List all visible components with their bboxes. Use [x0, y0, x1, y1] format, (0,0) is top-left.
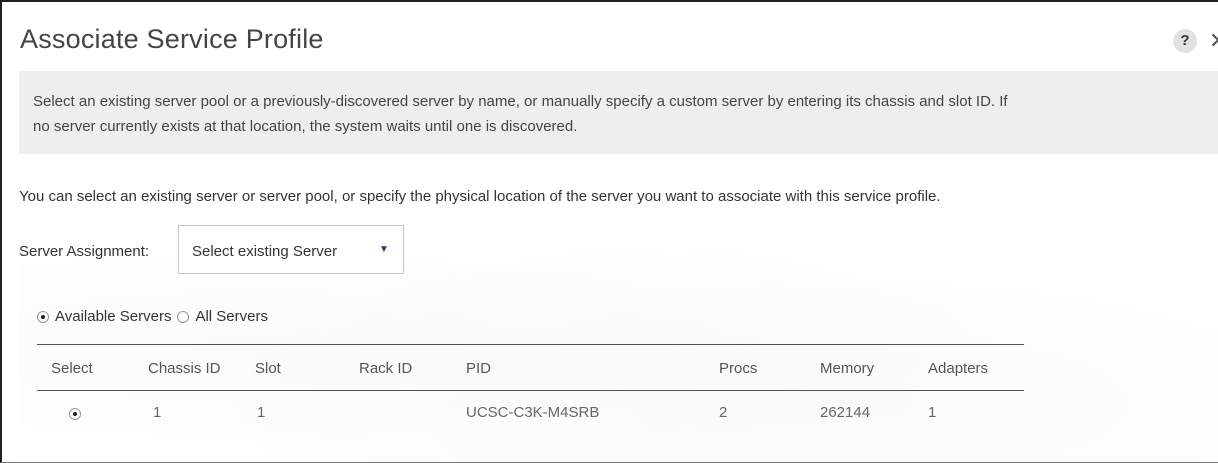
column-header-slot[interactable]: Slot: [255, 360, 281, 377]
column-header-procs[interactable]: Procs: [719, 360, 757, 377]
associate-service-profile-dialog: Associate Service Profile ? ✕ Select an …: [0, 0, 1218, 463]
cell-procs: 2: [719, 404, 728, 421]
server-assignment-label: Server Assignment:: [19, 243, 150, 260]
help-icon[interactable]: ?: [1173, 29, 1197, 53]
info-banner: Select an existing server pool or a prev…: [19, 71, 1218, 154]
cell-pid: UCSC-C3K-M4SRB: [466, 404, 600, 421]
column-header-pid[interactable]: PID: [466, 360, 491, 377]
server-assignment-dropdown[interactable]: Select existing Server ▼: [178, 225, 404, 274]
column-header-select[interactable]: Select: [51, 360, 93, 377]
cell-adapters: 1: [928, 404, 937, 421]
row-select-radio[interactable]: [69, 408, 81, 420]
available-servers-radio[interactable]: [37, 310, 49, 323]
info-text-line-1: Select an existing server pool or a prev…: [33, 93, 1008, 110]
all-servers-radio[interactable]: [177, 310, 190, 323]
all-servers-label[interactable]: All Servers: [195, 308, 268, 325]
cell-chassis-id: 1: [153, 404, 162, 421]
cell-memory: 262144: [820, 404, 871, 421]
column-header-rack-id[interactable]: Rack ID: [359, 360, 412, 377]
column-header-chassis-id[interactable]: Chassis ID: [148, 360, 221, 377]
column-header-adapters[interactable]: Adapters: [928, 360, 988, 377]
description-text: You can select an existing server or ser…: [19, 188, 941, 205]
table-top-divider: [37, 344, 1024, 345]
info-text-line-2: no server currently exists at that locat…: [33, 118, 578, 135]
server-filter-group: Available Servers All Servers: [37, 308, 274, 325]
cell-slot: 1: [257, 404, 266, 421]
column-header-memory[interactable]: Memory: [820, 360, 874, 377]
chevron-down-icon: ▼: [379, 244, 389, 255]
close-icon[interactable]: ✕: [1209, 29, 1218, 53]
table-header-divider: [37, 390, 1024, 391]
dialog-title: Associate Service Profile: [20, 24, 324, 54]
available-servers-label[interactable]: Available Servers: [55, 308, 171, 325]
server-assignment-value: Select existing Server: [192, 243, 338, 260]
